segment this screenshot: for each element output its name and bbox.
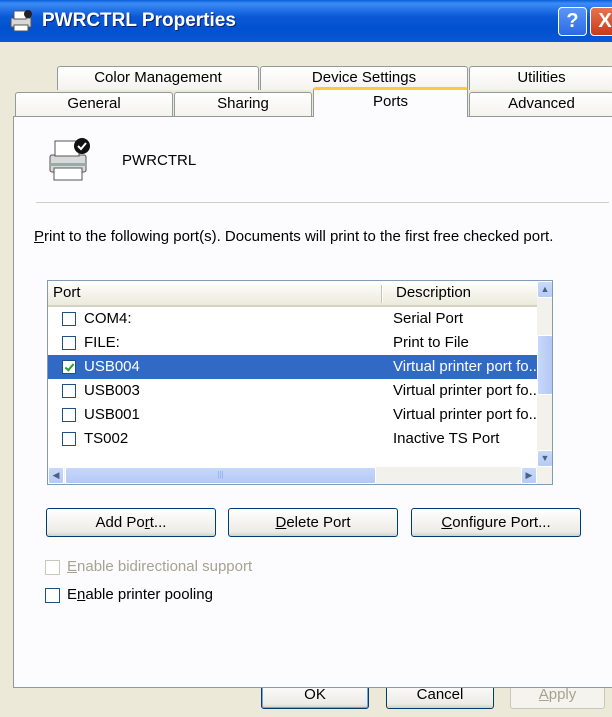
- scroll-up-arrow-icon[interactable]: ▲: [537, 281, 552, 298]
- configure-port-button[interactable]: Configure Port...: [411, 508, 581, 537]
- tab-ports[interactable]: Ports: [313, 87, 468, 117]
- port-name: COM4:: [84, 310, 132, 327]
- printer-name: PWRCTRL: [122, 152, 197, 169]
- port-list-header: Port Description: [48, 281, 552, 307]
- horizontal-scrollbar[interactable]: ◀ ||| ▶: [48, 467, 552, 484]
- scroll-left-arrow-icon[interactable]: ◀: [48, 467, 64, 484]
- bidirectional-support-label: Enable bidirectional support: [67, 558, 253, 575]
- title-bar[interactable]: PWRCTRL Properties ? X: [0, 0, 612, 42]
- port-name: USB001: [84, 406, 140, 423]
- vertical-scroll-thumb[interactable]: [537, 335, 552, 395]
- port-checkbox[interactable]: [62, 312, 76, 326]
- ports-description: Print to the following port(s). Document…: [34, 228, 554, 245]
- port-row-file[interactable]: FILE: Print to File: [48, 331, 539, 355]
- help-button[interactable]: ?: [558, 7, 587, 36]
- printer-pooling-label: Enable printer pooling: [67, 586, 213, 603]
- port-row-usb001[interactable]: USB001 Virtual printer port fo...: [48, 403, 542, 427]
- port-description: Inactive TS Port: [393, 430, 500, 447]
- port-row-usb004[interactable]: USB004 Virtual printer port fo...: [48, 355, 542, 379]
- vertical-scrollbar[interactable]: ▲ ▼: [537, 281, 552, 467]
- checkbox-box[interactable]: [45, 588, 60, 603]
- port-checkbox[interactable]: [62, 360, 76, 374]
- tab-advanced[interactable]: Advanced: [469, 92, 612, 116]
- tab-color-management[interactable]: Color Management: [57, 66, 259, 90]
- port-name: USB004: [84, 358, 140, 375]
- port-description: Virtual printer port fo...: [393, 406, 542, 423]
- port-name: FILE:: [84, 334, 120, 351]
- port-checkbox[interactable]: [62, 432, 76, 446]
- separator: [36, 202, 609, 203]
- port-checkbox[interactable]: [62, 336, 76, 350]
- port-description: Print to File: [393, 334, 469, 351]
- port-row-ts002[interactable]: TS002 Inactive TS Port: [48, 427, 539, 451]
- port-description: Virtual printer port fo...: [393, 358, 542, 375]
- port-description: Virtual printer port fo...: [393, 382, 542, 399]
- port-list[interactable]: Port Description COM4: Serial Port FILE:…: [47, 280, 553, 485]
- horizontal-scroll-thumb[interactable]: |||: [65, 467, 376, 484]
- ports-tab-panel: PWRCTRL Print to the following port(s). …: [13, 116, 612, 688]
- port-row-usb003[interactable]: USB003 Virtual printer port fo...: [48, 379, 542, 403]
- delete-port-button[interactable]: Delete Port: [228, 508, 398, 537]
- port-name: USB003: [84, 382, 140, 399]
- port-checkbox[interactable]: [62, 384, 76, 398]
- printer-icon: [10, 10, 32, 32]
- window-title: PWRCTRL Properties: [42, 10, 236, 31]
- scroll-down-arrow-icon[interactable]: ▼: [537, 450, 552, 467]
- tab-sharing[interactable]: Sharing: [174, 92, 312, 116]
- column-header-port[interactable]: Port: [53, 284, 81, 301]
- tab-utilities[interactable]: Utilities: [469, 66, 612, 90]
- column-divider[interactable]: [381, 285, 383, 303]
- scroll-right-arrow-icon[interactable]: ▶: [521, 467, 537, 484]
- add-port-button[interactable]: Add Port...: [46, 508, 216, 537]
- port-description: Serial Port: [393, 310, 464, 327]
- checkbox-box[interactable]: [45, 560, 60, 575]
- port-name: TS002: [84, 430, 129, 447]
- port-row-com4[interactable]: COM4: Serial Port: [48, 307, 539, 331]
- column-header-description[interactable]: Description: [396, 284, 471, 301]
- printer-icon: [49, 138, 90, 181]
- tab-general[interactable]: General: [15, 92, 173, 116]
- close-button[interactable]: X: [590, 7, 612, 36]
- port-checkbox[interactable]: [62, 408, 76, 422]
